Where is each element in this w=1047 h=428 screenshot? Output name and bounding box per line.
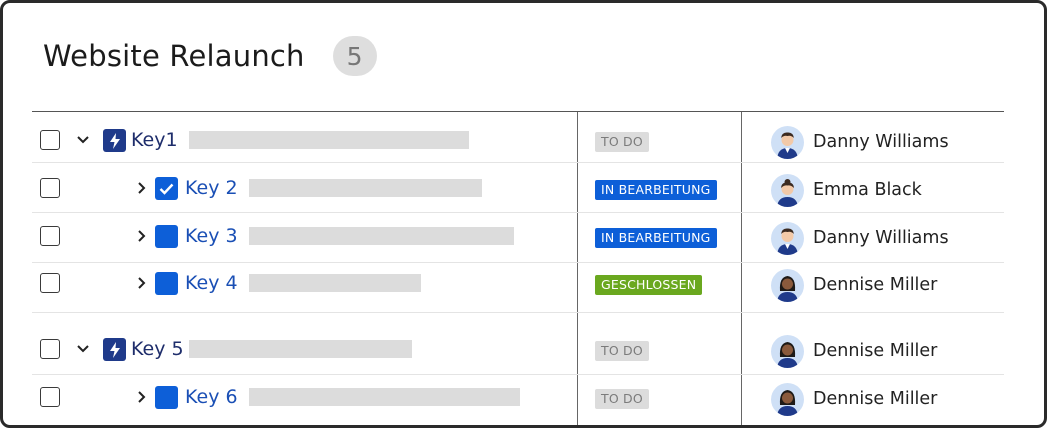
woman-avatar xyxy=(771,174,804,207)
task-checkmark-icon xyxy=(155,177,178,200)
status-badge[interactable]: TO DO xyxy=(595,389,649,409)
table-row[interactable]: Key 4 GESCHLOSSEN Dennise Miller xyxy=(3,262,1044,308)
story-icon xyxy=(155,272,178,295)
story-icon xyxy=(155,386,178,409)
story-icon xyxy=(155,225,178,248)
row-checkbox[interactable] xyxy=(40,273,60,293)
table-row[interactable]: Key 5 TO DO Dennise Miller xyxy=(3,328,1044,374)
woman-dark-avatar xyxy=(771,269,804,302)
issue-key-link[interactable]: Key 4 xyxy=(185,272,238,295)
issue-key-link[interactable]: Key 5 xyxy=(131,338,184,361)
table-row[interactable]: Key1 TO DO Danny Williams xyxy=(3,119,1044,165)
status-badge[interactable]: TO DO xyxy=(595,132,649,152)
summary-placeholder xyxy=(189,131,469,149)
issue-count-badge: 5 xyxy=(332,36,377,76)
assignee-name: Emma Black xyxy=(813,180,922,200)
row-checkbox[interactable] xyxy=(40,339,60,359)
assignee-name: Danny Williams xyxy=(813,132,949,152)
summary-placeholder xyxy=(249,227,514,245)
issue-key-link[interactable]: Key 3 xyxy=(185,225,238,248)
epic-lightning-icon xyxy=(103,338,126,361)
row-divider xyxy=(32,312,1004,313)
issue-key-link[interactable]: Key 6 xyxy=(185,386,238,409)
row-divider xyxy=(32,374,1004,375)
woman-dark-avatar xyxy=(771,335,804,368)
issue-key-link[interactable]: Key1 xyxy=(131,129,178,152)
status-badge[interactable]: GESCHLOSSEN xyxy=(595,275,703,295)
chevron-right-icon[interactable] xyxy=(136,387,148,407)
chevron-right-icon[interactable] xyxy=(136,226,148,246)
assignee-name: Dennise Miller xyxy=(813,389,938,409)
row-checkbox[interactable] xyxy=(40,178,60,198)
chevron-down-icon[interactable] xyxy=(77,130,89,150)
epic-lightning-icon xyxy=(103,129,126,152)
chevron-right-icon[interactable] xyxy=(136,178,148,198)
table-top-divider xyxy=(32,111,1004,112)
row-checkbox[interactable] xyxy=(40,226,60,246)
man-avatar xyxy=(771,222,804,255)
woman-dark-avatar xyxy=(771,383,804,416)
chevron-down-icon[interactable] xyxy=(77,339,89,359)
summary-placeholder xyxy=(189,340,412,358)
assignee-name: Dennise Miller xyxy=(813,341,938,361)
issue-list-panel: Website Relaunch 5 Key1 TO DO Danny Will… xyxy=(0,0,1047,428)
man-avatar xyxy=(771,126,804,159)
assignee-name: Dennise Miller xyxy=(813,275,938,295)
summary-placeholder xyxy=(249,274,421,292)
summary-placeholder xyxy=(249,388,520,406)
status-badge[interactable]: IN BEARBEITUNG xyxy=(595,228,717,248)
status-badge[interactable]: IN BEARBEITUNG xyxy=(595,180,717,200)
row-checkbox[interactable] xyxy=(40,130,60,150)
page-title: Website Relaunch xyxy=(43,39,305,73)
chevron-right-icon[interactable] xyxy=(136,273,148,293)
table-row[interactable]: Key 3 IN BEARBEITUNG Danny Williams xyxy=(3,215,1044,261)
row-checkbox[interactable] xyxy=(40,387,60,407)
summary-placeholder xyxy=(249,179,482,197)
table-row[interactable]: Key 2 IN BEARBEITUNG Emma Black xyxy=(3,167,1044,213)
assignee-name: Danny Williams xyxy=(813,228,949,248)
status-badge[interactable]: TO DO xyxy=(595,341,649,361)
issue-key-link[interactable]: Key 2 xyxy=(185,177,238,200)
list-header: Website Relaunch 5 xyxy=(43,36,377,76)
table-row[interactable]: Key 6 TO DO Dennise Miller xyxy=(3,376,1044,422)
